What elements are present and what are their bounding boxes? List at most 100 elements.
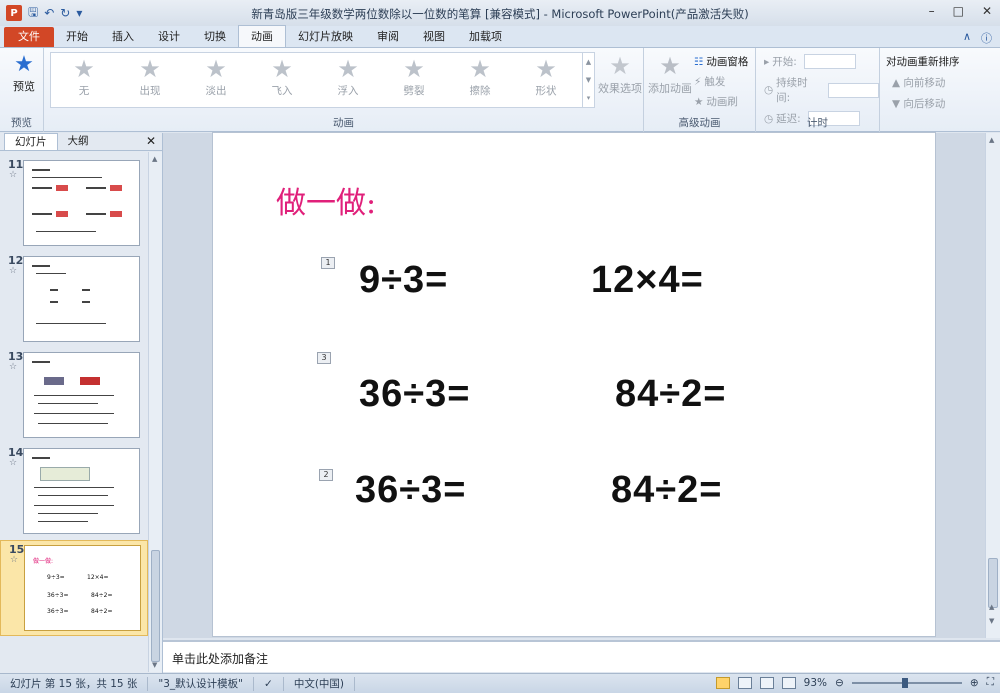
current-slide[interactable]: 做一做: 1 3 2 9÷3= 12×4= 36÷3= 84÷2= 36÷3= … [213,133,935,636]
zoom-knob[interactable] [901,677,908,688]
animation-group: ★ 无 ★ 出现 ★ 淡出 ★ 飞入 ★ 浮入 ★ 劈裂 ★ 擦除 ★ 形状 ▲ ▼ ▾ ★ 效果选… [44,48,644,132]
equation[interactable]: 36÷3= [355,469,466,512]
start-field[interactable]: ▸ 开始: [764,54,879,69]
slide-title[interactable]: 做一做: [276,178,376,222]
effect-none[interactable]: ★ 无 [51,53,117,107]
start-select[interactable] [803,54,856,69]
slide-thumbnail-12[interactable]: 12 ☆ [0,252,148,344]
tab-transitions[interactable]: 切换 [192,27,238,47]
tab-file[interactable]: 文件 [4,27,54,47]
restore-icon[interactable]: □ [953,4,964,18]
animation-painter-button[interactable]: ★ 动画刷 [694,94,748,109]
tab-home[interactable]: 开始 [54,27,100,47]
tab-animations[interactable]: 动画 [238,25,286,47]
close-panel-icon[interactable]: ✕ [146,134,156,148]
notes-placeholder[interactable]: 单击此处添加备注 [172,650,268,667]
effect-options-button[interactable]: ★ 效果选项 [598,52,642,96]
tab-outline[interactable]: 大纲 [58,133,99,150]
equation[interactable]: 12×4= [591,259,704,302]
zoom-out-icon[interactable]: ⊖ [835,677,844,689]
animation-gallery: ★ 无 ★ 出现 ★ 淡出 ★ 飞入 ★ 浮入 ★ 劈裂 ★ 擦除 ★ 形状 ▲ ▼ ▾ [50,52,595,108]
customize-qat-icon[interactable]: ▾ [76,6,82,20]
equation[interactable]: 36÷3= [359,373,470,416]
minimize-icon[interactable]: – [929,4,935,18]
scroll-down-icon: ▼ [585,76,592,84]
redo-icon[interactable]: ↻ [60,6,70,20]
ribbon-tabs: 文件 开始 插入 设计 切换 动画 幻灯片放映 审阅 视图 加载项 ∧ ⓘ [0,25,1000,48]
tab-insert[interactable]: 插入 [100,27,146,47]
help-icon[interactable]: ⓘ [981,30,992,46]
equation[interactable]: 84÷2= [611,469,722,512]
theme-name[interactable]: "3_默认设计模板" [148,676,255,691]
tab-slides[interactable]: 幻灯片 [4,133,58,150]
fit-slide-icon[interactable]: ⛶ [987,676,994,689]
minimize-ribbon-icon[interactable]: ∧ [963,30,971,46]
effect-appear[interactable]: ★ 出现 [117,53,183,107]
effect-float-in[interactable]: ★ 浮入 [315,53,381,107]
panel-scroll-thumb[interactable] [151,550,160,662]
duration-input[interactable] [827,82,879,98]
animation-star-icon: ☆ [9,458,18,468]
equation[interactable]: 84÷2= [615,373,726,416]
effect-fade[interactable]: ★ 淡出 [183,53,249,107]
effect-wipe[interactable]: ★ 擦除 [447,53,513,107]
animation-tag[interactable]: 2 [319,469,333,481]
slide-thumbnail-14[interactable]: 14 ☆ [0,444,148,536]
tab-review[interactable]: 审阅 [365,27,411,47]
effect-shape[interactable]: ★ 形状 [513,53,579,107]
animation-tag[interactable]: 3 [317,352,331,364]
add-animation-button[interactable]: ★ 添加动画 [648,52,692,96]
animation-star-icon: ☆ [9,266,18,276]
animation-star-icon: ☆ [9,170,18,180]
star-icon: ★ [469,55,491,83]
trigger-button[interactable]: ⚡ 触发 [694,74,748,89]
effect-fly-in[interactable]: ★ 飞入 [249,53,315,107]
scroll-down-icon: ▼ [152,661,158,669]
save-icon[interactable]: 🖫 [28,3,38,24]
zoom-level[interactable]: 93% [804,677,827,689]
zoom-in-icon[interactable]: ⊕ [970,677,979,689]
normal-view-icon[interactable] [715,676,730,689]
slide-sorter-icon[interactable] [737,676,752,689]
tab-slideshow[interactable]: 幻灯片放映 [286,27,365,47]
window-title: 新青岛版三年级数学两位数除以一位数的笔算 [兼容模式] - Microsoft … [251,7,749,21]
powerpoint-app-icon[interactable]: P [6,5,22,21]
notes-pane[interactable]: 单击此处添加备注 [163,640,1000,672]
add-animation-icon: ★ [659,52,681,80]
slide-thumbnail-13[interactable]: 13 ☆ [0,348,148,440]
move-earlier-button[interactable]: ▲ 向前移动 [886,75,960,90]
move-later-button[interactable]: ▼ 向后移动 [886,96,960,111]
panel-scrollbar[interactable]: ▲ ▼ [148,152,162,672]
preview-button[interactable]: ★ 预览 [6,52,42,94]
scroll-up-icon: ▲ [152,155,158,163]
language[interactable]: 中文(中国) [284,676,356,691]
quick-access-toolbar: 🖫 ↶ ↻ ▾ [28,3,82,24]
trigger-icon: ⚡ [694,75,702,88]
tab-view[interactable]: 视图 [411,27,457,47]
animation-pane-icon: ☷ [694,55,704,68]
duration-field[interactable]: ◷ 持续时间: [764,75,879,105]
star-icon: ★ [337,55,359,83]
close-icon[interactable]: ✕ [982,4,992,18]
tab-addins[interactable]: 加载项 [457,27,514,47]
clock-icon: ◷ [764,84,774,96]
reading-view-icon[interactable] [759,676,774,689]
tab-design[interactable]: 设计 [146,27,192,47]
preview-star-icon: ★ [14,52,34,77]
slideshow-view-icon[interactable] [781,676,796,689]
effect-split[interactable]: ★ 劈裂 [381,53,447,107]
slide-scrollbar[interactable]: ▲ ▲ ▼ [985,133,1000,638]
star-icon: ★ [205,55,227,83]
animation-tag[interactable]: 1 [321,257,335,269]
animation-pane-button[interactable]: ☷ 动画窗格 [694,54,748,69]
zoom-slider[interactable] [851,677,962,688]
undo-icon[interactable]: ↶ [44,6,54,20]
slide-scroll-thumb[interactable] [988,558,998,608]
equation[interactable]: 9÷3= [359,259,448,302]
gallery-scrollbar[interactable]: ▲ ▼ ▾ [582,53,594,107]
spellcheck-icon[interactable]: ✓ [254,676,284,691]
slide-thumbnail-11[interactable]: 11 ☆ [0,156,148,248]
status-bar: 幻灯片 第 15 张，共 15 张 "3_默认设计模板" ✓ 中文(中国) 93… [0,673,1000,693]
animation-star-icon: ☆ [10,555,19,565]
slide-thumbnail-15[interactable]: 15 ☆ 做一做: 9÷3= 12×4= 36÷3= 84÷2= 36÷3= 84… [0,540,148,636]
